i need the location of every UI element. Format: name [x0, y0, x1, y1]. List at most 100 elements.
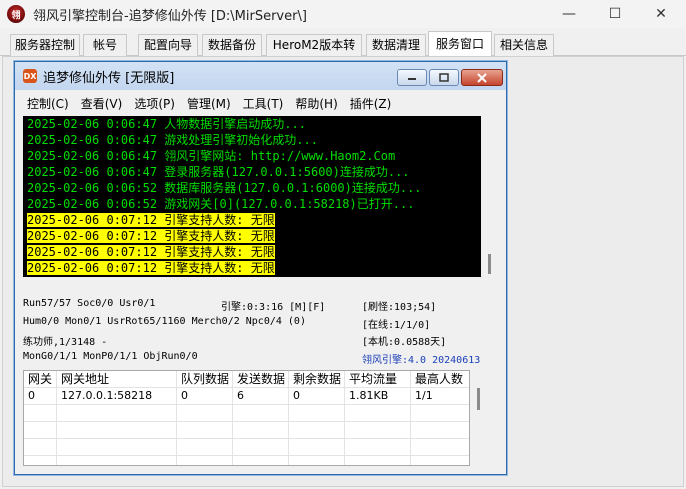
status-practice: 练功师,1/3148 -	[23, 337, 108, 348]
menu-manage[interactable]: 管理(M)	[187, 95, 231, 112]
col-remaining-data[interactable]: 剩余数据	[289, 371, 345, 388]
maximize-icon	[439, 73, 449, 82]
log-line-text: 2025-02-06 0:06:47 翎风引擎网站: http://www.Ha…	[27, 149, 396, 163]
menu-help[interactable]: 帮助(H)	[295, 95, 337, 112]
gateway-table[interactable]: 网关 网关地址 队列数据 发送数据 剩余数据 平均流量 最高人数 0 127.0…	[23, 370, 470, 466]
log-line: 2025-02-06 0:06:52 游戏网关[0](127.0.0.1:582…	[23, 196, 481, 212]
status-engine-time: 引擎:0:3:16 [M][F]	[221, 302, 326, 313]
table-row[interactable]: 0 127.0.0.1:58218 0 6 0 1.81KB 1/1	[24, 388, 469, 405]
minimize-icon	[408, 77, 416, 80]
log-line-text: 2025-02-06 0:06:47 人物数据引擎启动成功...	[27, 117, 306, 131]
col-queue-data[interactable]: 队列数据	[177, 371, 233, 388]
empty-cell	[289, 456, 345, 465]
empty-cell	[345, 456, 411, 465]
minimize-button[interactable]: —	[546, 0, 592, 28]
service-window-title-bar[interactable]: DX 追梦修仙外传 [无限版]	[15, 62, 506, 90]
log-line: 2025-02-06 0:07:12 引擎支持人数: 无限	[23, 260, 481, 276]
table-scrollbar-thumb[interactable]	[477, 388, 480, 410]
service-window: DX 追梦修仙外传 [无限版] 控制(C) 查看(V) 选项(P) 管理(M) …	[14, 61, 507, 475]
log-line-text: 2025-02-06 0:06:52 游戏网关[0](127.0.0.1:582…	[27, 197, 415, 211]
close-button[interactable]: ✕	[638, 0, 684, 28]
log-line: 2025-02-06 0:06:47 登录服务器(127.0.0.1:5600)…	[23, 164, 481, 180]
log-line-text: 2025-02-06 0:07:12 引擎支持人数: 无限	[27, 245, 275, 259]
menu-options[interactable]: 选项(P)	[134, 95, 175, 112]
cell-gateway: 0	[24, 388, 57, 405]
cell-remaining-data: 0	[289, 388, 345, 405]
tab-config-wizard[interactable]: 配置向导	[138, 34, 198, 56]
status-run: Run57/57 Soc0/0 Usr0/1	[23, 298, 156, 309]
tab-data-cleanup[interactable]: 数据清理	[366, 34, 426, 56]
engine-version: 翎风引擎:4.0 20240613	[362, 355, 481, 366]
empty-cell	[411, 456, 469, 465]
empty-cell	[177, 439, 233, 456]
log-line-text: 2025-02-06 0:07:12 引擎支持人数: 无限	[27, 229, 275, 243]
menu-control[interactable]: 控制(C)	[27, 95, 69, 112]
cell-gateway-address: 127.0.0.1:58218	[57, 388, 177, 405]
empty-cell	[233, 422, 289, 439]
menu-view[interactable]: 查看(V)	[81, 95, 123, 112]
status-panel: Run57/57 Soc0/0 Usr0/1 引擎:0:3:16 [M][F] …	[15, 294, 506, 369]
log-line: 2025-02-06 0:06:47 游戏处理引擎初始化成功...	[23, 132, 481, 148]
service-close-button[interactable]	[461, 69, 503, 86]
empty-cell	[345, 439, 411, 456]
log-line-text: 2025-02-06 0:06:52 数据库服务器(127.0.0.1:6000…	[27, 181, 422, 195]
log-console[interactable]: 2025-02-06 0:06:47 人物数据引擎启动成功... 2025-02-…	[23, 116, 481, 277]
col-send-data[interactable]: 发送数据	[233, 371, 289, 388]
tab-herom2-convert[interactable]: HeroM2版本转换	[266, 34, 362, 72]
menu-plugins[interactable]: 插件(Z)	[350, 95, 392, 112]
window-title: 翎风引擎控制台-追梦修仙外传 [D:\MirServer\]	[33, 8, 307, 24]
maximize-button[interactable]: ☐	[592, 0, 638, 28]
log-line-text: 2025-02-06 0:06:47 游戏处理引擎初始化成功...	[27, 133, 318, 147]
col-max-users[interactable]: 最高人数	[411, 371, 469, 388]
table-row-empty	[24, 439, 469, 456]
service-minimize-button[interactable]	[397, 69, 427, 86]
cell-queue-data: 0	[177, 388, 233, 405]
empty-cell	[289, 405, 345, 422]
status-mongo: MonG0/1/1 MonP0/1/1 ObjRun0/0	[23, 351, 198, 362]
log-line-text: 2025-02-06 0:07:12 引擎支持人数: 无限	[27, 261, 275, 275]
menu-bar: 控制(C) 查看(V) 选项(P) 管理(M) 工具(T) 帮助(H) 插件(Z…	[15, 92, 506, 114]
tab-server-control[interactable]: 服务器控制	[10, 34, 80, 56]
status-online: [在线:1/1/0]	[362, 320, 431, 331]
tab-data-backup[interactable]: 数据备份	[202, 34, 262, 56]
empty-cell	[24, 405, 57, 422]
tab-service-window[interactable]: 服务窗口	[428, 31, 492, 57]
table-row-empty	[24, 422, 469, 439]
empty-cell	[24, 439, 57, 456]
empty-cell	[345, 422, 411, 439]
log-scrollbar[interactable]	[481, 116, 498, 277]
log-line-text: 2025-02-06 0:06:47 登录服务器(127.0.0.1:5600)…	[27, 165, 410, 179]
menu-tools[interactable]: 工具(T)	[243, 95, 284, 112]
empty-cell	[289, 422, 345, 439]
tab-account[interactable]: 帐号	[83, 34, 127, 56]
empty-cell	[177, 422, 233, 439]
service-app-icon: DX	[23, 69, 37, 83]
log-scrollbar-thumb[interactable]	[488, 254, 491, 274]
empty-cell	[24, 456, 57, 465]
col-gateway[interactable]: 网关	[24, 371, 57, 388]
status-hum: Hum0/0 Mon0/1 UsrRot65/1160 Merch0/2 Npc…	[23, 316, 306, 327]
log-line: 2025-02-06 0:07:12 引擎支持人数: 无限	[23, 244, 481, 260]
table-header: 网关 网关地址 队列数据 发送数据 剩余数据 平均流量 最高人数	[24, 371, 469, 388]
col-avg-traffic[interactable]: 平均流量	[345, 371, 411, 388]
empty-cell	[24, 422, 57, 439]
empty-cell	[411, 439, 469, 456]
service-maximize-button[interactable]	[429, 69, 459, 86]
tab-related-info[interactable]: 相关信息	[494, 34, 554, 56]
empty-cell	[411, 405, 469, 422]
log-line: 2025-02-06 0:06:52 数据库服务器(127.0.0.1:6000…	[23, 180, 481, 196]
empty-cell	[233, 405, 289, 422]
table-row-empty	[24, 456, 469, 465]
table-scrollbar[interactable]	[470, 370, 487, 466]
cell-avg-traffic: 1.81KB	[345, 388, 411, 405]
log-line-text: 2025-02-06 0:07:12 引擎支持人数: 无限	[27, 213, 275, 227]
close-icon	[477, 72, 487, 83]
service-window-title: 追梦修仙外传 [无限版]	[43, 70, 175, 86]
col-gateway-address[interactable]: 网关地址	[57, 371, 177, 388]
title-bar: 翎 翎风引擎控制台-追梦修仙外传 [D:\MirServer\] — ☐ ✕	[0, 0, 686, 28]
empty-cell	[411, 422, 469, 439]
log-line: 2025-02-06 0:07:12 引擎支持人数: 无限	[23, 212, 481, 228]
empty-cell	[57, 405, 177, 422]
empty-cell	[233, 456, 289, 465]
empty-cell	[57, 456, 177, 465]
